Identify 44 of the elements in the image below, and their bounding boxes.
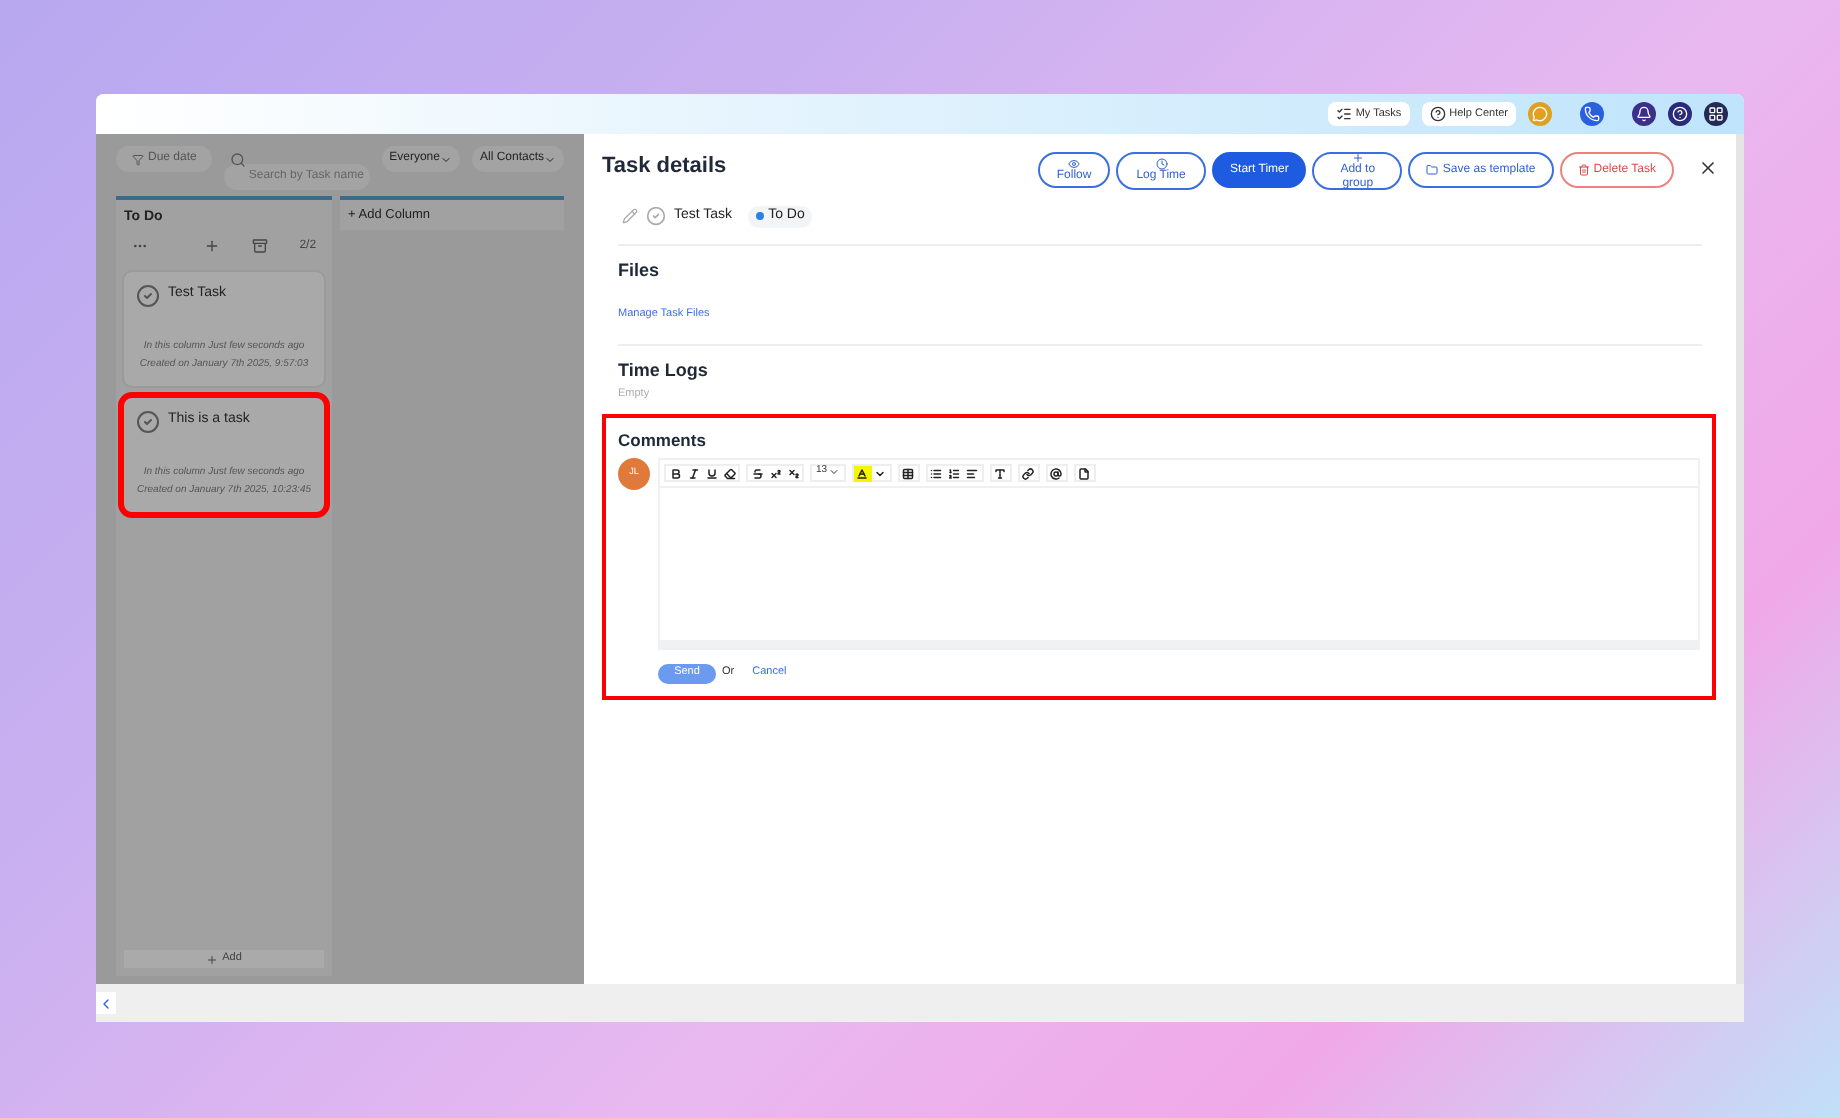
align-icon[interactable] bbox=[963, 465, 982, 481]
caret-icon bbox=[439, 153, 452, 165]
italic-icon[interactable] bbox=[684, 465, 702, 481]
grid-icon[interactable] bbox=[1704, 102, 1728, 126]
bullet-list-icon[interactable] bbox=[927, 465, 946, 481]
section-heading: Time Logs bbox=[618, 358, 710, 384]
at-sign-icon[interactable] bbox=[1047, 465, 1066, 481]
section-heading: Files bbox=[618, 257, 662, 283]
check-circle-icon[interactable] bbox=[646, 206, 666, 227]
search-icon bbox=[230, 151, 247, 167]
bold-icon[interactable] bbox=[666, 465, 684, 481]
superscript-icon[interactable] bbox=[766, 465, 784, 481]
link-icon[interactable] bbox=[1019, 465, 1038, 481]
numbered-list-icon[interactable] bbox=[945, 465, 964, 481]
drawer-title: Task details bbox=[602, 152, 727, 182]
action-icon bbox=[1577, 164, 1590, 176]
caret-icon bbox=[827, 466, 840, 478]
subscript-icon[interactable] bbox=[784, 465, 802, 481]
action-icon bbox=[1155, 158, 1168, 170]
help-icon bbox=[1429, 106, 1446, 122]
add-icon[interactable] bbox=[203, 238, 220, 254]
action-icon bbox=[1426, 164, 1439, 176]
action-icon bbox=[1068, 157, 1081, 169]
text-size-icon[interactable] bbox=[991, 465, 1010, 481]
file-icon[interactable] bbox=[1075, 465, 1094, 481]
phone-icon[interactable] bbox=[1580, 102, 1604, 126]
strikethrough-icon[interactable] bbox=[748, 465, 766, 481]
section-heading: Comments bbox=[618, 427, 708, 453]
check-circle-icon[interactable] bbox=[136, 283, 160, 307]
plus-icon bbox=[206, 953, 219, 965]
caret-icon bbox=[544, 153, 556, 165]
table-icon[interactable] bbox=[899, 465, 918, 481]
text-color-icon[interactable] bbox=[853, 465, 872, 481]
underline-icon[interactable] bbox=[702, 465, 720, 481]
chevron-left-icon bbox=[98, 995, 114, 1011]
check-circle-icon[interactable] bbox=[136, 409, 160, 433]
action-icon bbox=[1351, 151, 1364, 163]
filter-icon bbox=[132, 153, 144, 165]
archive-icon[interactable] bbox=[251, 238, 268, 254]
bell-icon[interactable] bbox=[1632, 102, 1656, 126]
close-icon[interactable] bbox=[1698, 158, 1718, 178]
list-icon bbox=[1335, 106, 1352, 122]
help-icon[interactable] bbox=[1668, 102, 1692, 126]
eraser-icon[interactable] bbox=[720, 465, 738, 481]
